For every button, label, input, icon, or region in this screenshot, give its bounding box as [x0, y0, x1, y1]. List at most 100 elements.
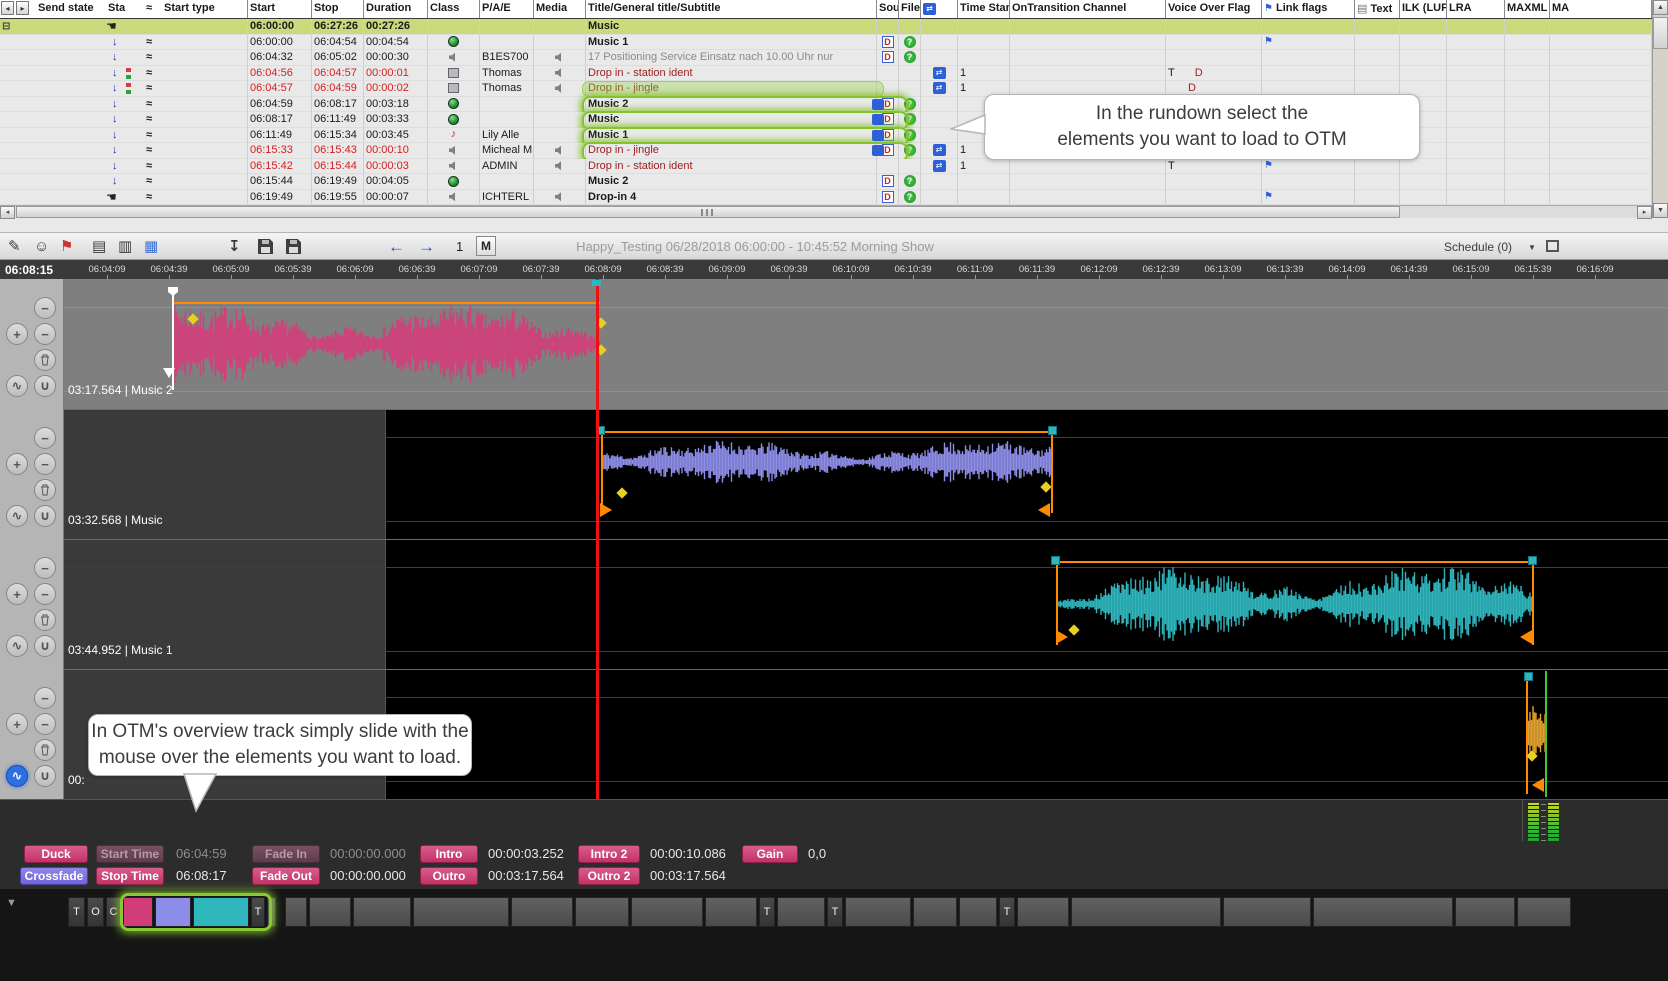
stop-time-button[interactable]: Stop Time	[96, 867, 164, 885]
clip-edge[interactable]	[601, 431, 603, 513]
clip-edge[interactable]	[1532, 561, 1534, 645]
overview-block[interactable]	[193, 897, 249, 927]
crossfade-button[interactable]: Crossfade	[20, 867, 88, 885]
overview-block[interactable]: T	[68, 897, 85, 927]
scroll-right-button[interactable]: ▸	[1637, 206, 1652, 219]
col-ontransition[interactable]: OnTransition Channel	[1010, 0, 1166, 18]
flag-icon[interactable]: ⚑	[60, 237, 73, 256]
track1-delete-button[interactable]	[34, 349, 56, 371]
rundown-vertical-scrollbar[interactable]: ▲ ▼	[1652, 0, 1668, 218]
column-nav-right-button[interactable]: ▸	[16, 1, 29, 15]
col-link-flags[interactable]: ⚑ Link flags	[1262, 0, 1355, 18]
track1-add-button[interactable]: +	[6, 323, 28, 345]
track4-mute-button[interactable]: −	[34, 687, 56, 709]
overview-block[interactable]	[285, 897, 307, 927]
volume-envelope[interactable]	[1056, 561, 1534, 563]
col-voice-over-flag[interactable]: Voice Over Flag	[1166, 0, 1262, 18]
waveform-clip[interactable]	[1056, 562, 1534, 646]
overview-block[interactable]	[413, 897, 509, 927]
overview-block[interactable]: T	[251, 897, 265, 927]
volume-envelope[interactable]	[174, 302, 600, 304]
clip-marker[interactable]	[163, 368, 175, 378]
scroll-left-button[interactable]: ◂	[0, 206, 15, 219]
start-time-button[interactable]: Start Time	[96, 845, 164, 863]
outro2-button[interactable]: Outro 2	[578, 867, 640, 885]
col-send-state[interactable]: Send state	[38, 2, 94, 14]
col-time-start[interactable]: Time Start	[958, 0, 1010, 18]
fade-handle[interactable]	[1532, 778, 1544, 792]
track2-add-button[interactable]: +	[6, 453, 28, 475]
overview-block[interactable]: T	[827, 897, 843, 927]
track3-fadein-button[interactable]: ∿	[6, 635, 28, 657]
track4-add-button[interactable]: +	[6, 713, 28, 735]
open-panel-icon[interactable]	[1546, 240, 1559, 252]
waveform-clip[interactable]	[172, 298, 600, 390]
column-nav-left-button[interactable]: ◂	[1, 1, 14, 15]
envelope-handle[interactable]	[1051, 556, 1060, 565]
envelope-handle[interactable]	[1528, 556, 1537, 565]
track3-mute-button[interactable]: −	[34, 557, 56, 579]
track4-remove-button[interactable]: −	[34, 713, 56, 735]
col-maxml[interactable]: MAXML	[1505, 0, 1550, 18]
edit-pencil-icon[interactable]: ✎	[8, 237, 21, 256]
track2-fadeout-button[interactable]: ∪	[34, 505, 56, 527]
col-text[interactable]: ▤ Text	[1355, 0, 1400, 18]
col-duration[interactable]: Duration	[364, 0, 428, 18]
track2-fadein-button[interactable]: ∿	[6, 505, 28, 527]
col-start[interactable]: Start	[248, 0, 312, 18]
copy-icon[interactable]: ▤	[92, 237, 106, 256]
overview-block[interactable]	[511, 897, 573, 927]
playhead[interactable]	[596, 279, 599, 799]
overview-block[interactable]	[1313, 897, 1453, 927]
table-row[interactable]: ⊟ ☚ ↓ ≈ 06:15:42 06:15:44 00:00:03 ♪	[0, 159, 1652, 175]
overview-block[interactable]	[267, 897, 276, 927]
fade-handle[interactable]	[1520, 630, 1532, 644]
track4-fadeout-button[interactable]: ∪	[34, 765, 56, 787]
scrollbar-thumb[interactable]	[1653, 17, 1668, 49]
col-start-type[interactable]: Start type	[164, 2, 215, 14]
track1-fadeout-button[interactable]: ∪	[34, 375, 56, 397]
track3-add-button[interactable]: +	[6, 583, 28, 605]
track1-fadein-button[interactable]: ∿	[6, 375, 28, 397]
fade-handle[interactable]	[1038, 503, 1050, 517]
envelope-handle[interactable]	[1048, 426, 1057, 435]
track1-remove-button[interactable]: −	[34, 323, 56, 345]
track4-overview-load-button[interactable]: ∿	[6, 765, 28, 787]
col-title[interactable]: Title/General title/Subtitle	[586, 0, 877, 18]
save-plus-icon[interactable]	[286, 239, 301, 254]
waveform-clip[interactable]	[601, 432, 1053, 492]
col-lra[interactable]: LRA	[1447, 0, 1505, 18]
mode-m-button[interactable]: M	[476, 236, 496, 256]
paste-icon[interactable]: ▥	[118, 237, 132, 256]
overview-block[interactable]	[1017, 897, 1069, 927]
rundown-horizontal-scrollbar[interactable]: ◂ ▸	[0, 205, 1652, 218]
col-ilk[interactable]: ILK (LUF	[1400, 0, 1447, 18]
overview-block[interactable]	[1071, 897, 1221, 927]
save-icon[interactable]	[258, 239, 273, 254]
table-row[interactable]: ⊟ ☚ ↓ ≈ 06:00:00 06:27:26 00:27:26 ♪	[0, 19, 1652, 35]
overview-block[interactable]	[1455, 897, 1515, 927]
overview-block[interactable]: T	[999, 897, 1015, 927]
col-ma[interactable]: MA	[1550, 0, 1652, 18]
track2-mute-button[interactable]: −	[34, 427, 56, 449]
volume-envelope[interactable]	[601, 431, 1053, 433]
fade-handle[interactable]	[600, 503, 612, 517]
overview-block[interactable]	[123, 897, 153, 927]
fade-handle[interactable]	[1056, 630, 1068, 644]
duck-button[interactable]: Duck	[24, 845, 88, 863]
overview-block[interactable]	[631, 897, 703, 927]
drop-target-icon[interactable]: ↧	[228, 237, 241, 256]
overview-block[interactable]	[309, 897, 351, 927]
track3-delete-button[interactable]	[34, 609, 56, 631]
schedule-selector[interactable]: Schedule (0)	[1444, 240, 1512, 254]
table-row[interactable]: ⊟ ☚ ↓ ≈ 06:15:44 06:19:49 00:04:05 ♪	[0, 174, 1652, 190]
col-media[interactable]: Media	[534, 0, 586, 18]
overview-block[interactable]: O	[87, 897, 104, 927]
table-row[interactable]: ⊟ ☚ ↓ ≈ 06:19:49 06:19:55 00:00:07 ♪	[0, 190, 1652, 206]
track2-delete-button[interactable]	[34, 479, 56, 501]
schedule-end-marker[interactable]	[1545, 671, 1547, 797]
clip-edge[interactable]	[1526, 676, 1528, 794]
collapse-overview-icon[interactable]: ▼	[6, 897, 17, 909]
expand-icon[interactable]: ⊟	[2, 19, 10, 34]
table-row[interactable]: ⊟ ☚ ↓ ≈ 06:00:00 06:04:54 00:04:54 ♪	[0, 35, 1652, 51]
